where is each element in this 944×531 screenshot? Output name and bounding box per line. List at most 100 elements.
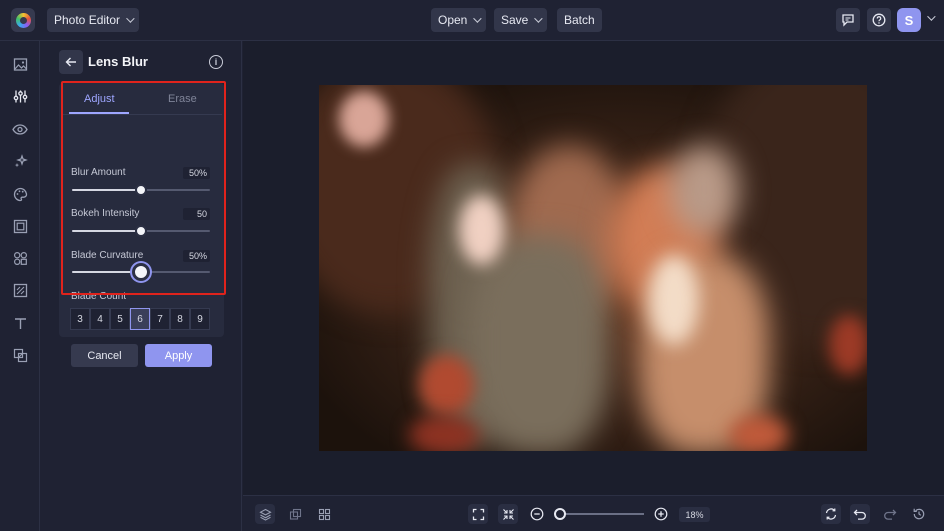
lens-blur-panel: Lens Blur i Adjust Erase Blur Amount 50%… xyxy=(40,41,242,531)
top-bar: Photo Editor Open Save Batch S xyxy=(0,0,944,41)
settings-card: Adjust Erase Blur Amount 50% Bokeh Inten… xyxy=(59,83,224,367)
grid-icon xyxy=(318,508,330,520)
blade-count-option[interactable]: 7 xyxy=(150,308,170,330)
batch-button[interactable]: Batch xyxy=(557,8,602,32)
rail-view-button[interactable] xyxy=(11,120,29,138)
tab-divider xyxy=(61,114,222,115)
tab-erase[interactable]: Erase xyxy=(168,93,197,105)
zoom-slider-handle[interactable] xyxy=(554,508,566,520)
panel-title: Lens Blur xyxy=(88,54,148,69)
copy-button[interactable] xyxy=(285,504,305,524)
rail-artsy-button[interactable] xyxy=(11,185,29,203)
rail-graphics-button[interactable] xyxy=(11,249,29,267)
bokeh-intensity-value[interactable]: 50 xyxy=(183,208,210,220)
blur-amount-slider[interactable] xyxy=(72,184,210,196)
app-logo[interactable] xyxy=(11,8,35,32)
shrink-button[interactable] xyxy=(498,504,518,524)
eye-icon xyxy=(12,123,28,135)
blade-count-option[interactable]: 4 xyxy=(90,308,110,330)
blur-amount-handle[interactable] xyxy=(135,184,147,196)
frame-icon xyxy=(13,219,27,233)
rail-overlays-button[interactable] xyxy=(11,346,29,364)
bokeh-intensity-fill xyxy=(72,230,141,232)
blade-curvature-value[interactable]: 50% xyxy=(183,250,210,262)
chevron-down-icon xyxy=(126,14,135,23)
help-icon xyxy=(872,13,886,27)
rail-image-button[interactable] xyxy=(11,55,29,73)
layers-button[interactable] xyxy=(255,504,275,524)
arrow-left-icon xyxy=(65,57,76,67)
shrink-icon xyxy=(502,508,514,520)
shapes-icon xyxy=(13,251,27,265)
chevron-down-icon xyxy=(473,14,483,23)
bokeh-intensity-handle[interactable] xyxy=(135,225,147,237)
layers-icon xyxy=(258,508,272,521)
sparkles-icon xyxy=(14,153,28,167)
logo-mark-icon xyxy=(15,12,31,28)
open-button[interactable]: Open xyxy=(431,8,487,32)
blade-count-label: Blade Count xyxy=(71,291,127,302)
zoom-out-icon xyxy=(530,507,544,521)
blade-count-option[interactable]: 5 xyxy=(110,308,130,330)
tab-adjust[interactable]: Adjust xyxy=(84,93,115,105)
comment-button[interactable] xyxy=(836,8,860,32)
blade-count-option[interactable]: 9 xyxy=(190,308,210,330)
blur-amount-fill xyxy=(72,189,141,191)
blur-amount-value[interactable]: 50% xyxy=(183,167,210,179)
blade-curvature-label: Blade Curvature xyxy=(71,250,144,261)
blade-count-option[interactable]: 6 xyxy=(130,308,150,330)
help-button[interactable] xyxy=(867,8,891,32)
blade-count-selector: 3456789 xyxy=(70,308,210,330)
fit-screen-button[interactable] xyxy=(468,504,488,524)
rotate-button[interactable] xyxy=(821,504,841,524)
app-menu-label: Photo Editor xyxy=(54,13,121,27)
rotate-icon xyxy=(825,508,837,520)
history-button[interactable] xyxy=(909,504,929,524)
save-button[interactable]: Save xyxy=(494,8,548,32)
rail-frames-button[interactable] xyxy=(11,217,29,235)
blade-count-option[interactable]: 8 xyxy=(170,308,190,330)
avatar-initial: S xyxy=(904,12,914,28)
app-menu-button[interactable]: Photo Editor xyxy=(47,8,140,32)
open-label: Open xyxy=(438,13,468,27)
blade-curvature-slider[interactable] xyxy=(72,263,210,281)
history-icon xyxy=(913,508,925,520)
text-icon xyxy=(14,317,26,329)
rail-textures-button[interactable] xyxy=(11,281,29,299)
blade-curvature-handle[interactable] xyxy=(132,263,150,281)
rail-effects-button[interactable] xyxy=(11,152,29,170)
copy-icon xyxy=(289,508,301,520)
fit-screen-icon xyxy=(472,508,484,520)
back-button[interactable] xyxy=(59,50,83,74)
apply-button[interactable]: Apply xyxy=(145,344,212,367)
comment-icon xyxy=(842,14,854,27)
canvas-area xyxy=(243,41,944,495)
blade-count-option[interactable]: 3 xyxy=(70,308,90,330)
tool-rail xyxy=(0,41,40,531)
bottom-bar: 18% xyxy=(243,495,944,531)
zoom-in-icon xyxy=(654,507,668,521)
bokeh-intensity-label: Bokeh Intensity xyxy=(71,208,140,219)
redo-button[interactable] xyxy=(880,504,900,524)
zoom-slider[interactable] xyxy=(556,513,644,515)
photo-preview[interactable] xyxy=(319,85,867,451)
grid-view-button[interactable] xyxy=(314,504,334,524)
undo-icon xyxy=(853,509,866,520)
cancel-button[interactable]: Cancel xyxy=(71,344,138,367)
blade-curvature-fill xyxy=(72,271,141,273)
chevron-down-icon xyxy=(534,14,544,23)
rail-text-button[interactable] xyxy=(11,314,29,332)
save-label: Save xyxy=(501,13,529,27)
info-icon[interactable]: i xyxy=(209,55,223,69)
bokeh-intensity-slider[interactable] xyxy=(72,225,210,237)
zoom-value[interactable]: 18% xyxy=(679,507,710,522)
zoom-in-button[interactable] xyxy=(651,504,671,524)
zoom-out-button[interactable] xyxy=(527,504,547,524)
rail-adjust-button[interactable] xyxy=(11,87,29,105)
palette-icon xyxy=(13,187,27,201)
batch-label: Batch xyxy=(564,13,595,27)
redo-icon xyxy=(884,509,897,520)
undo-button[interactable] xyxy=(850,504,870,524)
account-chevron-down-icon[interactable] xyxy=(927,12,936,21)
user-avatar[interactable]: S xyxy=(897,8,921,32)
